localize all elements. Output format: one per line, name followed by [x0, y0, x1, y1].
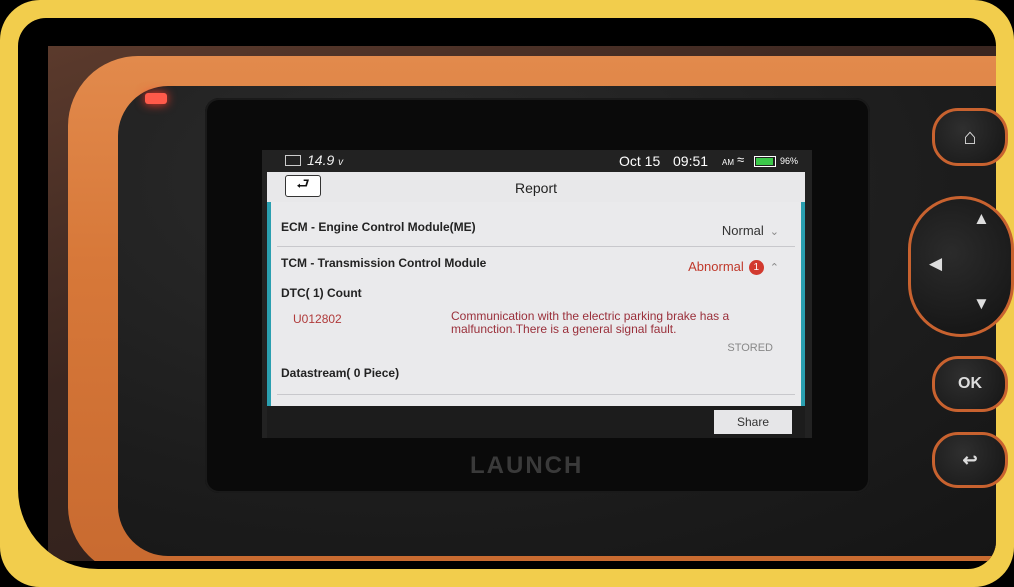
dtc-count-badge: 1	[748, 260, 764, 276]
module-status: Abnormal 1 ⌃	[688, 259, 779, 276]
status-time: 09:51	[673, 153, 709, 169]
arrow-left-icon[interactable]: ◀	[929, 254, 942, 274]
battery-percent: 96%	[780, 156, 799, 166]
module-name: ECM - Engine Control Module(ME)	[281, 220, 476, 234]
chevron-down-icon: ⌄	[769, 226, 779, 238]
module-row-ecm[interactable]: ECM - Engine Control Module(ME) Normal ⌄	[281, 220, 791, 238]
footer-bar: Share	[267, 406, 805, 438]
home-icon: ⌂	[963, 124, 977, 149]
status-bar: 14.9 v Oct 15 09:51 AM ≈ 96%	[262, 150, 812, 172]
module-name: TCM - Transmission Control Module	[281, 256, 487, 270]
divider	[277, 394, 795, 395]
power-led	[145, 93, 167, 104]
dtc-code: U012802	[293, 312, 342, 326]
dpad[interactable]: ▲ ◀ ▼	[908, 196, 1014, 337]
voltage-readout: 14.9 v	[307, 152, 344, 168]
module-status: Normal ⌄	[721, 223, 779, 238]
share-button[interactable]: Share	[714, 410, 792, 434]
report-content[interactable]: ECM - Engine Control Module(ME) Normal ⌄ …	[267, 202, 805, 406]
ok-button[interactable]: OK	[932, 356, 1008, 412]
home-button[interactable]: ⌂	[932, 108, 1008, 166]
battery-voltage-icon	[285, 155, 301, 166]
brand-logo: LAUNCH	[470, 452, 584, 479]
app-header: ⮐ Report	[267, 172, 805, 202]
module-row-tcm[interactable]: TCM - Transmission Control Module Abnorm…	[281, 256, 791, 276]
dtc-state: STORED	[727, 342, 773, 354]
status-ampm: AM	[722, 158, 734, 167]
chevron-up-icon: ⌃	[769, 262, 779, 274]
return-icon: ↩	[962, 449, 978, 470]
page-title: Report	[514, 180, 558, 196]
status-date: Oct 15	[619, 153, 661, 169]
device-screen: 14.9 v Oct 15 09:51 AM ≈ 96% ⮐ Report EC…	[262, 150, 812, 438]
dtc-description: Communication with the electric parking …	[451, 309, 730, 336]
datastream-heading: Datastream( 0 Piece)	[281, 366, 400, 380]
divider	[277, 246, 795, 247]
wifi-icon: ≈	[737, 152, 745, 167]
arrow-up-icon[interactable]: ▲	[973, 209, 990, 229]
device-back-button[interactable]: ↩	[932, 432, 1008, 488]
arrow-down-icon[interactable]: ▼	[973, 294, 990, 314]
dtc-count-heading: DTC( 1) Count	[281, 286, 362, 300]
battery-icon	[754, 156, 776, 167]
